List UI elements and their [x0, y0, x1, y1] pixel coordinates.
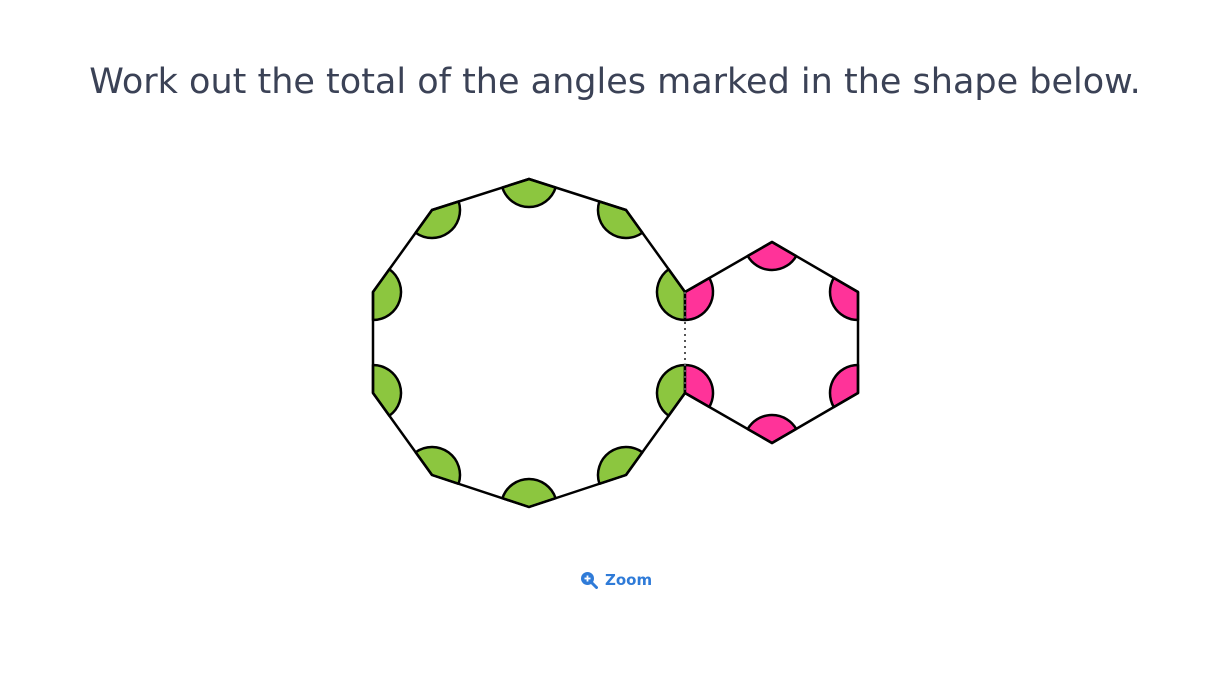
decagon-angle-marker	[414, 445, 462, 486]
hexagon-angle-marker	[746, 413, 798, 445]
zoom-label: Zoom	[605, 571, 653, 589]
decagon-angle-marker	[371, 268, 403, 322]
zoom-button[interactable]: Zoom	[580, 568, 652, 592]
decagon-angle-marker	[501, 177, 557, 209]
zoom-in-icon	[581, 572, 598, 589]
hexagon	[683, 240, 860, 445]
hexagon-outline	[684, 240, 860, 445]
decagon-outline	[371, 177, 687, 509]
decagon-angle-marker	[371, 363, 403, 417]
decagon-angle-marker	[501, 477, 557, 509]
decagon-angle-marker	[655, 268, 687, 322]
decagon-angle-marker	[655, 363, 687, 417]
decagon-angle-marker	[596, 445, 644, 486]
hexagon-angle-marker	[746, 240, 798, 272]
